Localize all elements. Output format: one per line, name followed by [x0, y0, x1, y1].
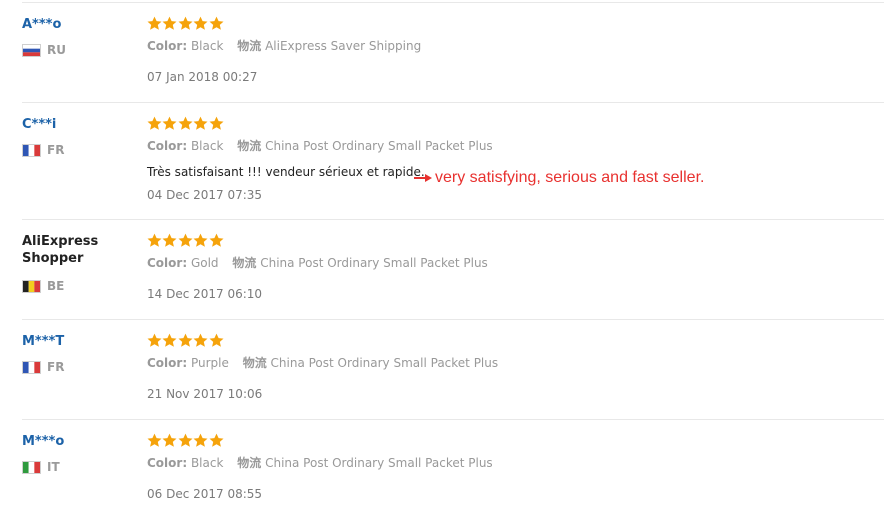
red-arrow-icon	[413, 173, 433, 183]
star-icon	[209, 116, 224, 131]
shipping-value: AliExpress Saver Shipping	[265, 39, 422, 53]
shipping-value: China Post Ordinary Small Packet Plus	[265, 456, 493, 470]
buyer-name: AliExpress Shopper	[22, 234, 99, 266]
order-info: Color: Purple 物流 China Post Ordinary Sma…	[147, 355, 498, 371]
buyer-info: AliExpress Shopper BE	[22, 233, 137, 293]
buyer-info: M***o IT	[22, 433, 137, 474]
star-icon	[178, 116, 193, 131]
star-icon	[162, 116, 177, 131]
color-value: Black	[190, 139, 224, 153]
buyer-country: FR	[22, 143, 64, 157]
russia-flag-icon	[22, 43, 41, 57]
shipping-value: China Post Ordinary Small Packet Plus	[260, 256, 488, 270]
star-icon	[193, 333, 208, 348]
star-icon	[209, 433, 224, 448]
country-code: FR	[47, 143, 65, 157]
star-icon	[209, 233, 224, 248]
star-icon	[162, 16, 177, 31]
color-label: Color:	[147, 456, 188, 470]
star-icon	[193, 233, 208, 248]
feedback-text: Très satisfaisant !!! vendeur sérieux et…	[147, 165, 425, 179]
feedback-list: A***o RU Color: Black 物流 AliExpress Save…	[0, 0, 884, 516]
star-icon	[209, 16, 224, 31]
buyer-country: BE	[22, 279, 64, 293]
buyer-country: FR	[22, 360, 64, 374]
color-label: Color:	[147, 139, 188, 153]
color-value: Gold	[190, 256, 219, 270]
review-date: 06 Dec 2017 08:55	[147, 487, 263, 501]
color-value: Black	[190, 456, 224, 470]
country-code: IT	[47, 460, 60, 474]
shipping-label: 物流	[237, 39, 262, 53]
shipping-label: 物流	[232, 256, 257, 270]
review-date: 21 Nov 2017 10:06	[147, 387, 263, 401]
star-icon	[178, 16, 193, 31]
color-label: Color:	[147, 356, 188, 370]
color-value: Purple	[190, 356, 229, 370]
star-icon	[209, 333, 224, 348]
color-value: Black	[190, 39, 224, 53]
buyer-name[interactable]: C***i	[22, 116, 137, 133]
star-icon	[193, 16, 208, 31]
review-date: 07 Jan 2018 00:27	[147, 70, 258, 84]
translation-text: very satisfying, serious and fast seller…	[435, 169, 705, 186]
shipping-value: China Post Ordinary Small Packet Plus	[265, 139, 493, 153]
star-rating	[147, 16, 224, 32]
review-date: 04 Dec 2017 07:35	[147, 188, 263, 202]
star-rating	[147, 433, 224, 449]
star-icon	[147, 16, 162, 31]
shipping-label: 物流	[242, 356, 267, 370]
buyer-info: A***o RU	[22, 16, 137, 57]
shipping-label: 物流	[237, 456, 262, 470]
buyer-name[interactable]: A***o	[22, 16, 137, 33]
separator	[22, 2, 884, 3]
star-icon	[147, 433, 162, 448]
separator	[22, 419, 884, 420]
order-info: Color: Black 物流 AliExpress Saver Shippin…	[147, 38, 421, 54]
star-icon	[162, 433, 177, 448]
buyer-name[interactable]: M***T	[22, 333, 137, 350]
separator	[22, 219, 884, 220]
translation-annotation: very satisfying, serious and fast seller…	[413, 169, 704, 187]
buyer-name[interactable]: M***o	[22, 433, 137, 450]
france-flag-icon	[22, 143, 41, 157]
buyer-country: RU	[22, 43, 66, 57]
star-icon	[162, 333, 177, 348]
review-date: 14 Dec 2017 06:10	[147, 287, 263, 301]
star-icon	[147, 333, 162, 348]
star-rating	[147, 233, 224, 249]
country-code: BE	[47, 279, 65, 293]
star-icon	[178, 333, 193, 348]
star-icon	[178, 433, 193, 448]
order-info: Color: Black 物流 China Post Ordinary Smal…	[147, 455, 493, 471]
country-code: RU	[47, 43, 66, 57]
star-icon	[193, 116, 208, 131]
france-flag-icon	[22, 360, 41, 374]
star-icon	[162, 233, 177, 248]
buyer-country: IT	[22, 460, 60, 474]
star-icon	[147, 233, 162, 248]
star-rating	[147, 333, 224, 349]
belgium-flag-icon	[22, 279, 41, 293]
order-info: Color: Gold 物流 China Post Ordinary Small…	[147, 255, 488, 271]
shipping-value: China Post Ordinary Small Packet Plus	[270, 356, 499, 370]
color-label: Color:	[147, 39, 188, 53]
star-icon	[193, 433, 208, 448]
order-info: Color: Black 物流 China Post Ordinary Smal…	[147, 138, 493, 154]
buyer-info: C***i FR	[22, 116, 137, 157]
separator	[22, 319, 884, 320]
separator	[22, 102, 884, 103]
shipping-label: 物流	[237, 139, 262, 153]
star-icon	[147, 116, 162, 131]
star-rating	[147, 116, 224, 132]
buyer-info: M***T FR	[22, 333, 137, 374]
color-label: Color:	[147, 256, 188, 270]
italy-flag-icon	[22, 460, 41, 474]
country-code: FR	[47, 360, 65, 374]
star-icon	[178, 233, 193, 248]
